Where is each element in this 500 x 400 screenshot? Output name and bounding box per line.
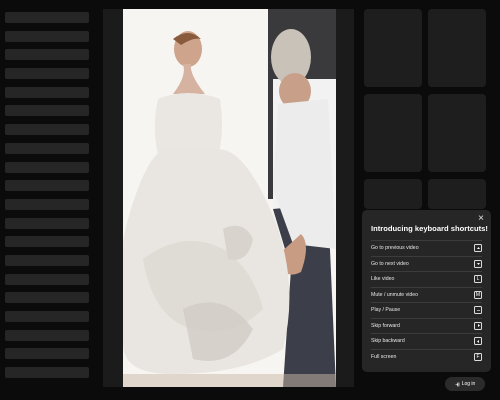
shortcut-row: Mute / unmute video M [371,286,482,303]
login-label: Log in [461,381,476,387]
shortcut-label: Go to next video [371,260,409,267]
shortcut-row: Skip backward [371,333,482,349]
shortcut-label: Go to previous video [371,245,419,252]
thumbnail[interactable] [428,179,486,209]
video-frame-image [123,9,336,387]
shortcut-row: Go to next video [371,255,482,272]
keyboard-shortcuts-popup: × Introducing keyboard shortcuts! Go to … [362,210,491,372]
arrow-up-icon [474,244,482,253]
popup-title: Introducing keyboard shortcuts! [371,224,488,233]
skeleton-line [5,86,89,98]
thumbnail[interactable] [364,179,422,209]
skeleton-line [5,142,89,154]
skeleton-line [5,367,89,379]
login-icon [455,382,459,386]
skeleton-line [5,292,89,304]
skeleton-line [5,124,89,136]
thumbnail[interactable] [364,9,422,87]
shortcut-label: Skip backward [371,338,405,345]
skeleton-line [5,30,89,42]
skeleton-line [5,348,89,360]
arrow-down-icon [474,259,482,268]
shortcut-label: Full screen [371,353,397,360]
shortcut-label: Play / Pause [371,307,401,314]
arrow-left-icon [474,337,482,346]
shortcut-row: Full screen F [371,348,482,365]
skeleton-line [5,12,89,23]
thumbnail[interactable] [364,94,422,172]
skeleton-line [5,180,89,192]
app: × Introducing keyboard shortcuts! Go to … [0,0,500,400]
skeleton-line [5,329,89,341]
skeleton-line [5,254,89,266]
space-bar-icon [474,306,482,315]
skeleton-line [5,68,89,80]
skeleton-line [5,198,89,210]
shortcut-label: Skip forward [371,322,400,329]
shortcut-label: Like video [371,276,395,283]
shortcut-row: Skip forward [371,317,482,334]
thumbnail[interactable] [428,94,486,172]
shortcut-row: Play / Pause [371,302,482,318]
shortcut-row: Like video L [371,271,482,287]
skeleton-line [5,217,89,229]
skeleton-line [5,273,89,285]
shortcut-row: Go to previous video [371,240,482,256]
shortcut-list: Go to previous video Go to next video Like… [371,240,482,364]
close-icon[interactable]: × [478,214,484,224]
shortcut-key: M [474,290,482,299]
skeleton-line [5,236,89,248]
sidebar-skeleton [5,12,89,386]
video-player[interactable] [123,9,336,387]
thumbnail[interactable] [428,9,486,87]
skeleton-line [5,105,89,117]
skeleton-line [5,161,89,173]
skeleton-line [5,311,89,322]
login-button[interactable]: Log in [445,377,485,391]
shortcut-key: F [474,352,482,361]
shortcut-label: Mute / unmute video [371,291,419,298]
arrow-right-icon [474,321,482,330]
skeleton-line [5,49,89,61]
shortcut-key: L [474,275,482,284]
